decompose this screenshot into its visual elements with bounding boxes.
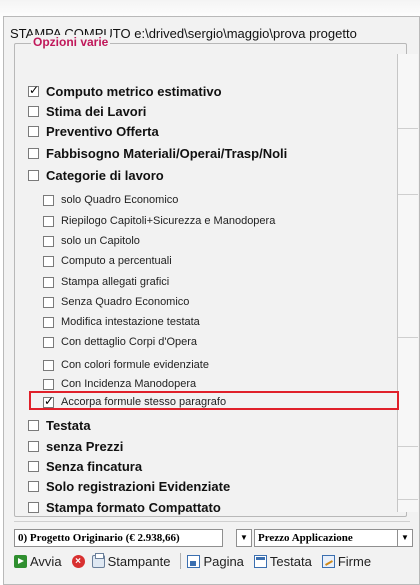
option-riepilogo-capitoli[interactable]: Riepilogo Capitoli+Sicurezza e Manodoper…: [43, 215, 275, 227]
divider: [14, 521, 410, 522]
option-solo-un-capitolo[interactable]: solo un Capitolo: [43, 235, 140, 247]
panel-divider: [398, 194, 418, 195]
close-icon: ×: [71, 554, 85, 568]
checkbox-senza-quadro-economico[interactable]: [43, 296, 54, 308]
option-testata[interactable]: Testata: [28, 418, 91, 433]
option-label: Stima dei Lavori: [46, 104, 147, 119]
checkbox-categorie-di-lavoro[interactable]: [28, 170, 39, 181]
checkbox-computo-metrico-estimativo[interactable]: [28, 83, 39, 97]
checkbox-stima-dei-lavori[interactable]: [28, 106, 39, 117]
option-label: Con dettaglio Corpi d'Opera: [61, 336, 198, 348]
checkbox-computo-a-percentuali[interactable]: [43, 255, 54, 267]
avvia-label: Avvia: [30, 553, 62, 569]
option-label: solo Quadro Economico: [61, 194, 179, 206]
option-label: Modifica intestazione testata: [61, 316, 200, 328]
option-label: Con Incidenza Manodopera: [61, 378, 197, 390]
close-button[interactable]: ×: [71, 554, 88, 568]
checkbox-fabbisogno-materiali[interactable]: [28, 148, 39, 159]
option-senza-prezzi[interactable]: senza Prezzi: [28, 439, 123, 454]
option-label: Con colori formule evidenziate: [61, 359, 209, 371]
option-label: Computo a percentuali: [61, 255, 172, 267]
highlight-box: [29, 391, 399, 410]
option-stampa-allegati-grafici[interactable]: Stampa allegati grafici: [43, 276, 169, 288]
option-categorie-di-lavoro[interactable]: Categorie di lavoro: [28, 168, 164, 183]
checkbox-incidenza-manodopera[interactable]: [43, 378, 54, 390]
option-label: Riepilogo Capitoli+Sicurezza e Manodoper…: [61, 215, 276, 227]
checkbox-riepilogo-capitoli[interactable]: [43, 215, 54, 227]
right-side-panel: [397, 54, 418, 512]
avvia-button[interactable]: Avvia: [14, 554, 62, 569]
option-fabbisogno-materiali[interactable]: Fabbisogno Materiali/Operai/Trasp/Noli: [28, 146, 287, 161]
stampante-button[interactable]: Stampante: [91, 552, 171, 569]
price-select[interactable]: Prezzo Applicazione: [254, 529, 398, 547]
option-label: Stampa formato Compattato: [46, 500, 221, 515]
option-modifica-intestazione-testata[interactable]: Modifica intestazione testata: [43, 316, 200, 328]
option-computo-metrico-estimativo[interactable]: Computo metrico estimativo: [28, 83, 222, 99]
option-stima-dei-lavori[interactable]: Stima dei Lavori: [28, 104, 146, 119]
project-select-arrow[interactable]: ▼: [236, 529, 252, 547]
option-incidenza-manodopera[interactable]: Con Incidenza Manodopera: [43, 378, 196, 390]
toolbar-separator: [180, 553, 182, 569]
testata-label: Testata: [269, 553, 312, 569]
price-select-arrow[interactable]: ▼: [397, 529, 413, 547]
printer-icon: [91, 552, 105, 568]
option-stampa-formato-compattato[interactable]: Stampa formato Compattato: [28, 500, 221, 515]
panel-divider: [398, 128, 418, 129]
option-senza-quadro-economico[interactable]: Senza Quadro Economico: [43, 296, 189, 308]
firme-label: Firme: [337, 553, 372, 569]
header-icon: [253, 554, 267, 568]
option-label: Categorie di lavoro: [46, 168, 164, 183]
option-preventivo-offerta[interactable]: Preventivo Offerta: [28, 124, 159, 139]
option-label: Computo metrico estimativo: [46, 84, 222, 99]
panel-divider: [398, 337, 418, 338]
pagina-button[interactable]: Pagina: [187, 553, 244, 569]
option-label: Preventivo Offerta: [46, 124, 159, 139]
option-dettaglio-corpi-opera[interactable]: Con dettaglio Corpi d'Opera: [43, 336, 197, 348]
option-label: Senza Quadro Economico: [61, 296, 190, 308]
play-icon: [14, 554, 27, 568]
option-computo-a-percentuali[interactable]: Computo a percentuali: [43, 255, 172, 267]
checkbox-stampa-allegati-grafici[interactable]: [43, 276, 54, 288]
checkbox-solo-un-capitolo[interactable]: [43, 235, 54, 247]
option-label: Solo registrazioni Evidenziate: [46, 479, 231, 494]
checkbox-colori-formule-evidenziate[interactable]: [43, 359, 54, 371]
stampante-label: Stampante: [107, 553, 171, 569]
option-label: Stampa allegati grafici: [61, 276, 170, 288]
option-label: Senza fincatura: [46, 459, 143, 474]
options-group-legend: Opzioni varie: [31, 35, 111, 49]
checkbox-testata[interactable]: [28, 420, 39, 431]
option-senza-fincatura[interactable]: Senza fincatura: [28, 459, 142, 474]
pagina-label: Pagina: [203, 553, 244, 569]
signature-icon: [321, 554, 335, 568]
option-label: solo un Capitolo: [61, 235, 140, 247]
option-label: senza Prezzi: [46, 439, 124, 454]
option-label: Testata: [46, 418, 91, 433]
checkbox-senza-fincatura[interactable]: [28, 461, 39, 472]
testata-button[interactable]: Testata: [253, 553, 312, 569]
page-setup-icon: [187, 554, 201, 568]
checkbox-senza-prezzi[interactable]: [28, 441, 39, 452]
project-select[interactable]: 0) Progetto Originario (€ 2.938,66): [14, 529, 223, 547]
option-colori-formule-evidenziate[interactable]: Con colori formule evidenziate: [43, 359, 209, 371]
bottom-toolbar: Avvia × Stampante Pagina Testata Firme: [0, 550, 420, 572]
firme-button[interactable]: Firme: [321, 553, 372, 569]
option-label: Fabbisogno Materiali/Operai/Trasp/Noli: [46, 146, 288, 161]
checkbox-modifica-intestazione-testata[interactable]: [43, 316, 54, 328]
panel-divider: [398, 499, 418, 500]
checkbox-solo-registrazioni-evidenziate[interactable]: [28, 481, 39, 492]
checkbox-solo-quadro-economico[interactable]: [43, 194, 54, 206]
checkbox-dettaglio-corpi-opera[interactable]: [43, 336, 54, 348]
option-solo-registrazioni-evidenziate[interactable]: Solo registrazioni Evidenziate: [28, 479, 230, 494]
option-solo-quadro-economico[interactable]: solo Quadro Economico: [43, 194, 178, 206]
checkbox-preventivo-offerta[interactable]: [28, 126, 39, 137]
panel-divider: [398, 446, 418, 447]
checkbox-stampa-formato-compattato[interactable]: [28, 502, 39, 513]
